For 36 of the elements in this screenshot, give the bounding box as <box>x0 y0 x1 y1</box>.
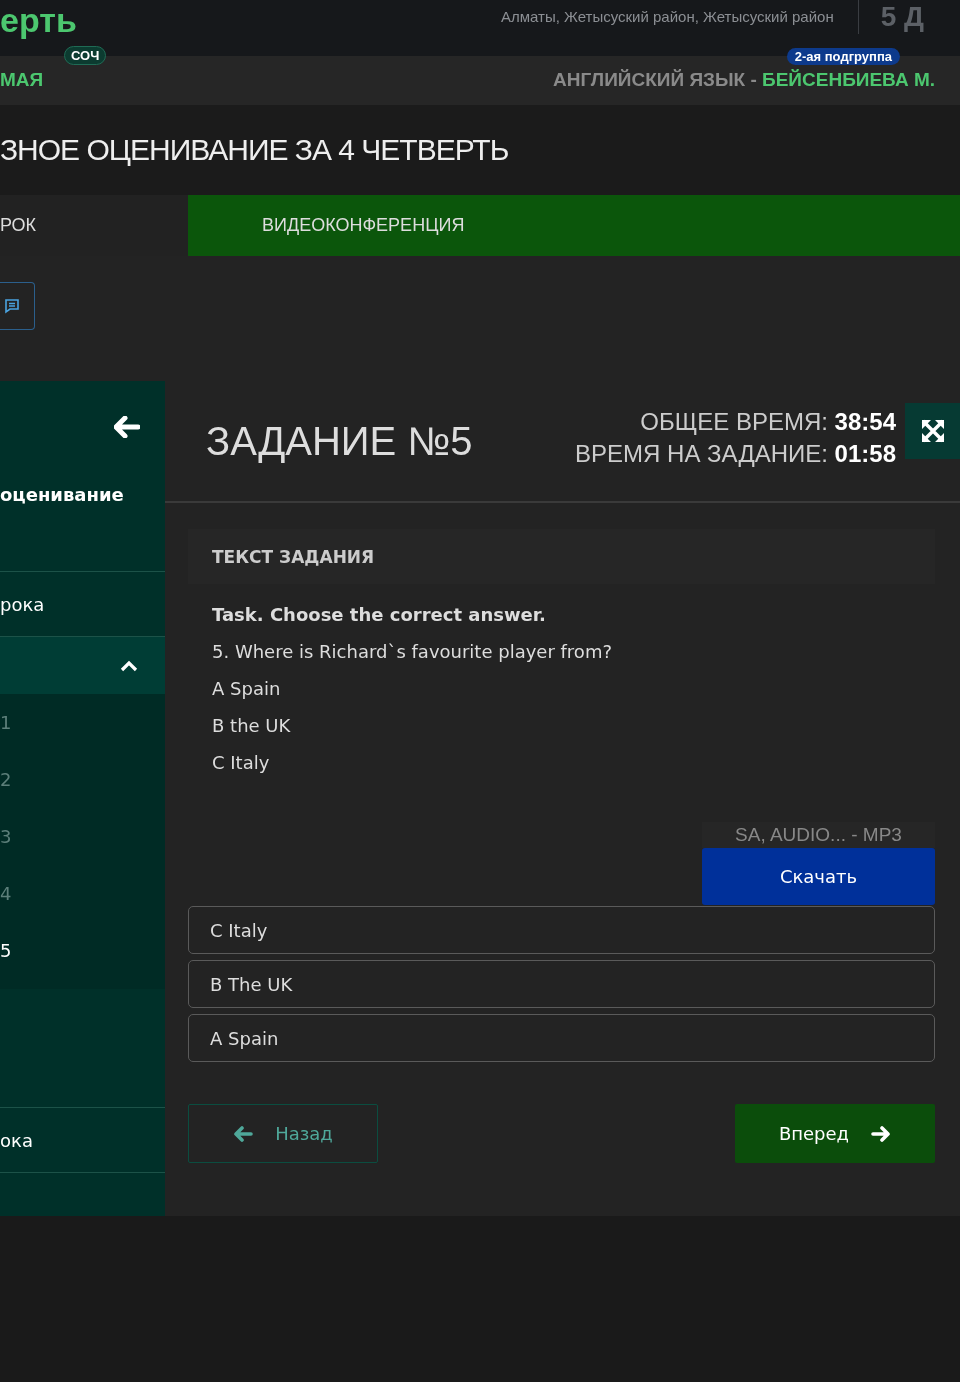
answer-option[interactable]: B The UK <box>188 960 935 1008</box>
sidebar-subitem[interactable]: 3 <box>0 808 165 865</box>
chat-icon <box>4 298 20 314</box>
fullscreen-icon <box>919 418 946 444</box>
download-button[interactable]: Скачать <box>702 848 935 905</box>
task-time: ВРЕМЯ НА ЗАДАНИЕ: 01:58 <box>575 439 896 469</box>
task-text: 5. Where is Richard`s favourite player from? <box>212 641 613 664</box>
sidebar-title: оценивание <box>0 484 125 505</box>
sidebar-subitem[interactable]: 1 <box>0 694 165 751</box>
task-text: B the UK <box>212 715 292 738</box>
task-text: A Spain <box>212 678 282 701</box>
subgroup-badge: 2-ая подгруппа <box>786 48 900 65</box>
subject-teacher: АНГЛИЙСКИЙ ЯЗЫК - БЕЙСЕНБИЕВА М. <box>553 69 935 91</box>
task-text: C Italy <box>212 752 271 775</box>
assessment-badge: СОЧ <box>64 46 107 65</box>
arrow-left-icon <box>233 1125 254 1142</box>
chevron-up-icon <box>120 659 138 672</box>
sidebar-subitem[interactable]: 5 <box>0 922 165 979</box>
task-text: Task. Choose the correct answer. <box>212 604 547 627</box>
answer-option[interactable]: A Spain <box>188 1014 935 1062</box>
page-title: ЗНОЕ ОЦЕНИВАНИЕ ЗА 4 ЧЕТВЕРТЬ <box>0 133 509 167</box>
page-title-fragment: ерть <box>0 0 77 40</box>
back-button[interactable]: Назад <box>188 1104 378 1163</box>
arrow-right-icon <box>871 1125 892 1142</box>
class-name: 5 Д <box>880 0 924 34</box>
answer-option[interactable]: C Italy <box>188 906 935 954</box>
tab[interactable]: ВИДЕОКОНФЕРЕНЦИЯ <box>188 195 960 256</box>
chat-button[interactable] <box>0 282 35 330</box>
section-label: МАЯ <box>0 69 44 90</box>
school-address: Алматы, Жетысуский район, Жетысуский район <box>500 8 834 25</box>
next-button[interactable]: Вперед <box>735 1104 935 1163</box>
task-title: ЗАДАНИЕ №5 <box>206 418 474 464</box>
total-time: ОБЩЕЕ ВРЕМЯ: 38:54 <box>639 407 896 437</box>
back-arrow-icon <box>114 416 140 438</box>
tab[interactable]: РОК <box>0 195 188 256</box>
fullscreen-button[interactable] <box>905 403 960 459</box>
